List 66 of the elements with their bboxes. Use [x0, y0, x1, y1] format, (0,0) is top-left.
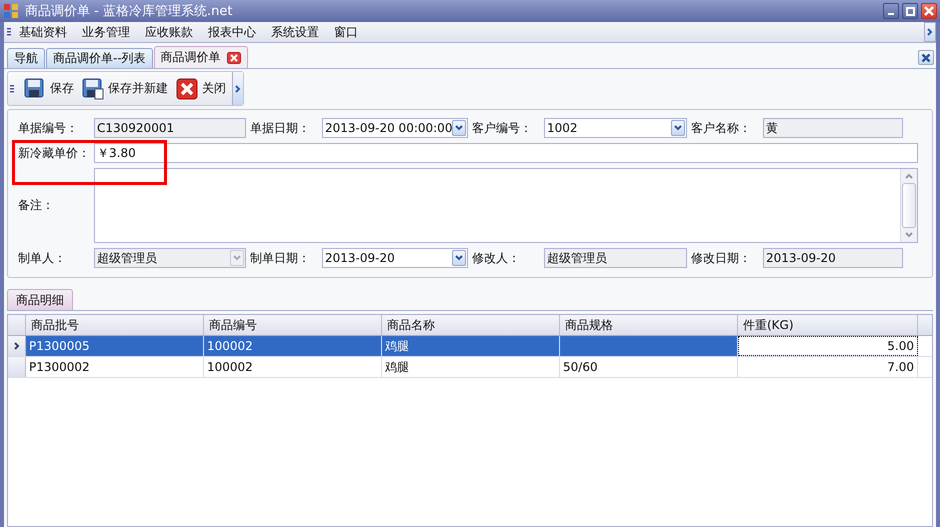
field-label: 修改人：	[472, 250, 521, 266]
combo-box[interactable]: 1002	[544, 118, 687, 138]
save-button[interactable]: 保存	[22, 78, 76, 100]
close-icon	[176, 78, 198, 100]
close-button[interactable]	[921, 3, 937, 19]
close-icon[interactable]	[226, 52, 241, 64]
maximize-button[interactable]	[902, 3, 918, 19]
grip-icon	[10, 82, 14, 94]
maximize-icon	[906, 6, 914, 16]
row-header[interactable]	[8, 336, 26, 356]
chevron-icon	[235, 84, 241, 92]
table-cell: 7.00	[738, 357, 918, 377]
floppy-icon	[24, 78, 46, 100]
floppy-icon	[82, 78, 104, 100]
dropdown-icon[interactable]	[671, 120, 685, 136]
menu-item[interactable]: 业务管理	[82, 24, 130, 40]
field-label: 单据日期：	[250, 120, 311, 136]
close-icon	[924, 6, 934, 16]
menu-item[interactable]: 系统设置	[271, 24, 319, 40]
close-icon	[921, 52, 931, 62]
field-label: 备注：	[18, 197, 55, 214]
menu-item[interactable]: 报表中心	[208, 24, 256, 40]
close-button[interactable]: 关闭	[174, 78, 228, 100]
field-label: 修改日期：	[691, 250, 752, 266]
detail-tab[interactable]: 商品明细	[7, 289, 73, 310]
table-cell: 5.00	[738, 336, 918, 356]
dropdown-icon[interactable]	[452, 250, 466, 266]
column-header[interactable]: 商品规格	[560, 315, 738, 335]
table-cell: 50/60	[560, 357, 738, 377]
table-cell: 100002	[204, 357, 382, 377]
grip-icon	[7, 26, 11, 38]
chevron-icon	[927, 28, 933, 36]
document-tab[interactable]: 导航	[7, 48, 45, 68]
field-label: 单据编号：	[18, 120, 79, 136]
field-label: 客户编号：	[472, 120, 533, 136]
field-label: 新冷藏单价：	[18, 144, 91, 162]
column-header[interactable]: 商品批号	[26, 315, 204, 335]
menu-item[interactable]: 应收账款	[145, 24, 193, 40]
table-cell: 鸡腿	[382, 357, 560, 377]
combo-box[interactable]: 2013-09-20 00:00:00	[322, 118, 468, 138]
field-label: 客户名称：	[691, 120, 752, 136]
minimize-button[interactable]	[883, 3, 899, 19]
menu-item[interactable]: 基础资料	[19, 24, 67, 40]
document-tab[interactable]: 商品调价单	[154, 46, 248, 68]
field-label: 制单日期：	[250, 250, 311, 266]
column-header[interactable]: 件重(KG)	[738, 315, 918, 335]
memo-field[interactable]	[94, 168, 918, 243]
overflow-button[interactable]	[924, 22, 936, 42]
row-pointer-icon	[14, 342, 20, 350]
document-tab[interactable]: 商品调价单--列表	[46, 48, 153, 68]
column-header[interactable]: 商品编号	[204, 315, 382, 335]
save-button[interactable]: 保存并新建	[80, 78, 170, 100]
column-header[interactable]: 商品名称	[382, 315, 560, 335]
table-cell: 100002	[204, 336, 382, 356]
field-label: 制单人：	[18, 250, 67, 266]
app-icon	[3, 3, 19, 19]
menu-item[interactable]: 窗口	[334, 24, 358, 40]
window-title: 商品调价单 - 蓝格冷库管理系统.net	[25, 3, 234, 20]
table-cell: 鸡腿	[382, 336, 560, 356]
price-field[interactable]: ￥3.80	[94, 143, 918, 163]
table-cell: P1300005	[26, 336, 204, 356]
combo-box[interactable]: 2013-09-20	[322, 248, 468, 268]
close-button[interactable]	[918, 50, 934, 65]
overflow-button[interactable]	[232, 72, 243, 105]
table-cell: P1300002	[26, 357, 204, 377]
dropdown-icon[interactable]	[452, 120, 466, 136]
